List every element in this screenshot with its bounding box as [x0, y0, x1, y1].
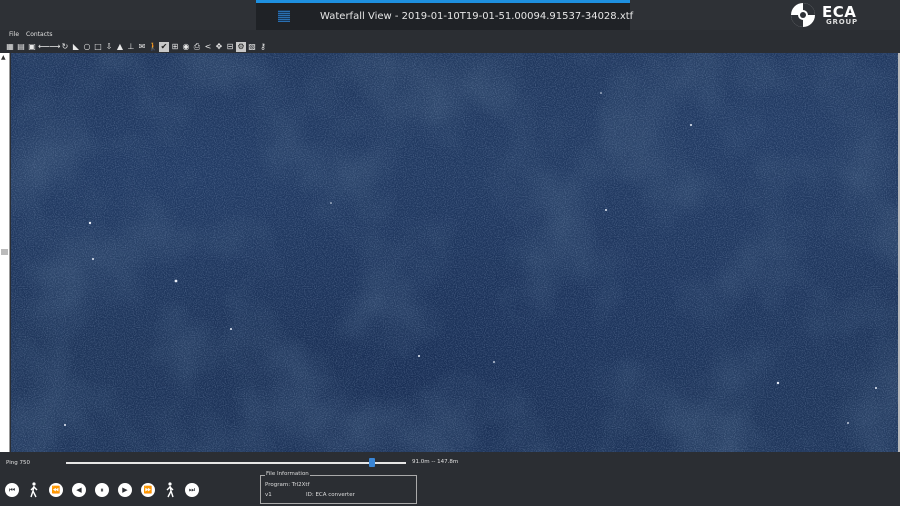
waterfall-icon	[278, 10, 290, 22]
grid-icon[interactable]: ▦	[5, 42, 15, 52]
window-title: Waterfall View - 2019-01-10T19-01-51.000…	[320, 11, 634, 22]
layers-icon[interactable]: ▧	[247, 42, 257, 52]
globe-icon[interactable]: ◉	[181, 42, 191, 52]
file-program: Program: Trl2Xtf	[265, 482, 310, 488]
key-icon[interactable]: ⚷	[258, 42, 268, 52]
file-version: v1	[265, 492, 272, 498]
window-tab[interactable]: Waterfall View - 2019-01-10T19-01-51.000…	[256, 0, 634, 30]
scroll-up-icon[interactable]: ▲	[1, 54, 6, 61]
file-information-panel: File Information Program: Trl2Xtf v1 ID:…	[260, 471, 417, 504]
mail-icon[interactable]: ✉	[137, 42, 147, 52]
cone-icon[interactable]: ▲	[115, 42, 125, 52]
title-bar: Waterfall View - 2019-01-10T19-01-51.000…	[0, 0, 900, 30]
anchor-icon[interactable]: ⊥	[126, 42, 136, 52]
playback-panel: Ping 750 91.0m -- 147.8m ⏮ ⏪ ◀ ⏸ ▶ ⏩ ⏭ F…	[0, 452, 900, 506]
skip-end-icon[interactable]: ⏭	[185, 483, 199, 497]
folder-icon[interactable]: ▤	[16, 42, 26, 52]
circle-icon[interactable]: ○	[82, 42, 92, 52]
check-icon[interactable]: ✔	[159, 41, 169, 52]
eca-group-logo: ECA GROUP	[790, 2, 890, 28]
menu-contacts[interactable]: Contacts	[26, 31, 52, 38]
share-icon[interactable]: <	[203, 42, 213, 52]
logo-subtext: GROUP	[826, 18, 858, 26]
arrow-left-icon[interactable]: ⟵	[38, 42, 49, 52]
ping-slider-handle[interactable]	[369, 458, 375, 467]
arrow-right-icon[interactable]: ⟶	[49, 42, 60, 52]
walker-forward-icon[interactable]	[164, 482, 176, 498]
chart-icon[interactable]: ⊞	[170, 42, 180, 52]
walker-icon[interactable]: 🚶	[148, 42, 158, 52]
settings-icon[interactable]: ⚙	[236, 41, 246, 52]
move-icon[interactable]: ✥	[214, 42, 224, 52]
range-readout: 91.0m -- 147.8m	[412, 459, 459, 465]
walker-back-icon[interactable]	[28, 482, 40, 498]
play-icon[interactable]: ▶	[118, 483, 132, 497]
file-info-title: File Information	[265, 471, 310, 477]
fast-forward-icon[interactable]: ⏩	[141, 483, 155, 497]
download-icon[interactable]: ⇩	[104, 42, 114, 52]
sonar-waterfall-view[interactable]	[11, 53, 898, 452]
file-id: ID: ECA converter	[306, 492, 355, 498]
eca-logo-icon	[791, 3, 815, 27]
skip-start-icon[interactable]: ⏮	[5, 483, 19, 497]
menu-bar: File Contacts	[0, 30, 900, 40]
play-back-icon[interactable]: ◀	[72, 483, 86, 497]
playback-controls: ⏮ ⏪ ◀ ⏸ ▶ ⏩ ⏭	[5, 482, 208, 498]
pause-icon[interactable]: ⏸	[95, 483, 109, 497]
sonar-image	[11, 53, 898, 452]
triangle-icon[interactable]: ◣	[71, 42, 81, 52]
ping-label: Ping 750	[6, 460, 30, 466]
rotate-icon[interactable]: ↻	[60, 42, 70, 52]
vertical-scrollbar[interactable]: ▲	[0, 53, 10, 452]
print-icon[interactable]: ⎙	[192, 42, 202, 52]
ping-slider-track[interactable]	[66, 462, 406, 464]
menu-file[interactable]: File	[9, 31, 19, 38]
image-icon[interactable]: ▣	[27, 42, 37, 52]
minus-box-icon[interactable]: ⊟	[225, 42, 235, 52]
rewind-icon[interactable]: ⏪	[49, 483, 63, 497]
scrollbar-handle[interactable]	[1, 249, 8, 255]
square-icon[interactable]: □	[93, 42, 103, 52]
toolbar: ▦ ▤ ▣ ⟵ ⟶ ↻ ◣ ○ □ ⇩ ▲ ⊥ ✉ 🚶 ✔ ⊞ ◉ ⎙ < ✥ ⊟ ⚙ ▧ ⚷	[0, 40, 900, 53]
